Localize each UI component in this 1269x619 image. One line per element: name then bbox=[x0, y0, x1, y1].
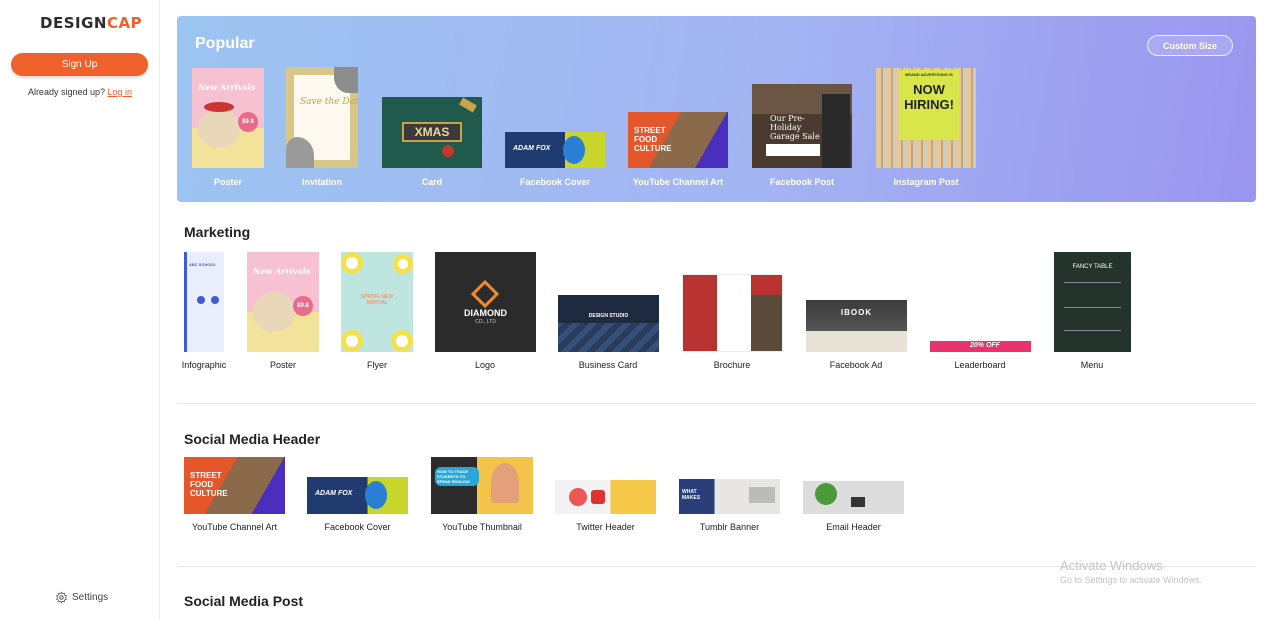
poster-marketing-thumbnail: New Arrivals $9.8 bbox=[247, 252, 319, 352]
youtube-channel-art-label: YouTube Channel Art bbox=[632, 177, 724, 187]
youtube-thumbnail-thumbnail: HOW TO TEACH STUDENTS TO SPEAK ENGLISH bbox=[431, 457, 533, 514]
leaderboard-label: Leaderboard bbox=[954, 360, 1006, 370]
template-email-header[interactable]: Email Header bbox=[803, 481, 904, 534]
custom-size-button[interactable]: Custom Size bbox=[1147, 35, 1233, 56]
sign-up-button[interactable]: Sign Up bbox=[11, 53, 148, 76]
flyer-thumbnail: SPRING NEW ARRIVAL bbox=[341, 252, 413, 352]
tumblr-banner-label: Tumblr Banner bbox=[699, 522, 760, 532]
youtube-channel-art-header-label: YouTube Channel Art bbox=[192, 522, 277, 532]
facebook-cover-thumbnail: ADAM FOX bbox=[505, 132, 605, 168]
activate-windows-watermark: Activate Windows bbox=[1060, 558, 1163, 573]
template-infographic[interactable]: ABC SCHOOL Infographic bbox=[182, 252, 226, 372]
facebook-cover-header-label: Facebook Cover bbox=[324, 522, 391, 532]
infographic-label: Infographic bbox=[181, 360, 227, 370]
social-media-header-title: Social Media Header bbox=[184, 431, 321, 447]
template-invitation[interactable]: Save the Date Invitation bbox=[286, 67, 358, 188]
tumblr-banner-thumbnail: WHAT MAKES bbox=[679, 479, 780, 514]
youtube-channel-art-thumbnail: STREET FOOD CULTURE bbox=[628, 112, 728, 168]
template-card[interactable]: XMAS Card bbox=[382, 97, 482, 188]
poster-marketing-label: Poster bbox=[269, 360, 296, 370]
facebook-post-label: Facebook Post bbox=[769, 177, 834, 187]
template-leaderboard[interactable]: 20% OFF Leaderboard bbox=[930, 341, 1031, 372]
template-facebook-post[interactable]: Our Pre-Holiday Garage Sale Facebook Pos… bbox=[752, 84, 852, 188]
template-tumblr-banner[interactable]: WHAT MAKES Tumblr Banner bbox=[679, 479, 780, 534]
facebook-ad-label: Facebook Ad bbox=[829, 360, 883, 370]
card-label: Card bbox=[421, 177, 443, 187]
settings-label: Settings bbox=[72, 592, 109, 603]
template-youtube-channel-art[interactable]: STREET FOOD CULTURE YouTube Channel Art bbox=[628, 112, 728, 188]
youtube-thumbnail-label: YouTube Thumbnail bbox=[442, 522, 522, 532]
menu-label: Menu bbox=[1080, 360, 1104, 370]
template-facebook-cover[interactable]: ADAM FOX Facebook Cover bbox=[505, 132, 605, 188]
invitation-thumbnail: Save the Date bbox=[286, 67, 358, 168]
facebook-cover-label: Facebook Cover bbox=[519, 177, 591, 187]
email-header-thumbnail bbox=[803, 481, 904, 514]
facebook-ad-thumbnail: IBOOK bbox=[806, 300, 907, 352]
designcap-logo[interactable]: DESIGNCAP bbox=[40, 14, 142, 32]
template-flyer[interactable]: SPRING NEW ARRIVAL Flyer bbox=[341, 252, 413, 372]
facebook-cover-header-thumbnail: ADAM FOX bbox=[307, 477, 408, 514]
activate-windows-hint: Go to Settings to activate Windows. bbox=[1060, 575, 1203, 585]
settings-button[interactable]: Settings bbox=[55, 591, 108, 604]
popular-title: Popular bbox=[195, 35, 255, 52]
card-thumbnail: XMAS bbox=[382, 97, 482, 168]
poster-thumbnail: New Arrivals $9.8 bbox=[192, 68, 264, 168]
menu-thumbnail: FANCY TABLE bbox=[1054, 252, 1131, 352]
poster-label: Poster bbox=[213, 177, 242, 187]
infographic-thumbnail: ABC SCHOOL bbox=[184, 252, 224, 352]
sidebar: DESIGNCAP Sign Up Already signed up? Log… bbox=[0, 0, 160, 619]
template-twitter-header[interactable]: Twitter Header bbox=[555, 480, 656, 534]
twitter-header-thumbnail bbox=[555, 480, 656, 514]
main-content: Popular Custom Size New Arrivals $9.8 Po… bbox=[160, 0, 1269, 619]
logo-label: Logo bbox=[474, 360, 496, 370]
business-card-thumbnail: DESIGN STUDIO bbox=[558, 295, 659, 352]
template-youtube-channel-art-header[interactable]: STREET FOOD CULTURE YouTube Channel Art bbox=[184, 457, 285, 534]
template-poster-marketing[interactable]: New Arrivals $9.8 Poster bbox=[247, 252, 319, 372]
template-facebook-cover-header[interactable]: ADAM FOX Facebook Cover bbox=[307, 477, 408, 534]
template-poster[interactable]: New Arrivals $9.8 Poster bbox=[192, 68, 264, 188]
template-brochure[interactable]: Brochure bbox=[682, 274, 783, 372]
template-logo[interactable]: DIAMOND CO., LTD Logo bbox=[435, 252, 536, 372]
gear-icon bbox=[56, 591, 67, 604]
instagram-post-label: Instagram Post bbox=[893, 177, 959, 187]
business-card-label: Business Card bbox=[578, 360, 638, 370]
email-header-label: Email Header bbox=[826, 522, 881, 532]
instagram-post-thumbnail: BRAND ADVERTISING IS NOW HIRING! bbox=[876, 68, 976, 168]
template-youtube-thumbnail[interactable]: HOW TO TEACH STUDENTS TO SPEAK ENGLISH Y… bbox=[431, 457, 533, 534]
invitation-label: Invitation bbox=[302, 177, 342, 187]
template-menu[interactable]: FANCY TABLE Menu bbox=[1054, 252, 1131, 372]
brochure-label: Brochure bbox=[713, 360, 751, 370]
divider bbox=[177, 403, 1256, 404]
leaderboard-thumbnail: 20% OFF bbox=[930, 341, 1031, 352]
log-in-link[interactable]: Log in bbox=[108, 87, 133, 97]
template-instagram-post[interactable]: BRAND ADVERTISING IS NOW HIRING! Instagr… bbox=[876, 68, 976, 188]
youtube-channel-art-header-thumbnail: STREET FOOD CULTURE bbox=[184, 457, 285, 514]
facebook-post-thumbnail: Our Pre-Holiday Garage Sale bbox=[752, 84, 852, 168]
already-signed-up-text: Already signed up? Log in bbox=[27, 87, 133, 97]
twitter-header-label: Twitter Header bbox=[576, 522, 635, 532]
template-business-card[interactable]: DESIGN STUDIO Business Card bbox=[558, 295, 659, 372]
flyer-label: Flyer bbox=[367, 360, 387, 370]
brochure-thumbnail bbox=[682, 274, 783, 352]
marketing-title: Marketing bbox=[184, 224, 251, 240]
popular-banner: Popular Custom Size New Arrivals $9.8 Po… bbox=[177, 16, 1256, 202]
template-facebook-ad[interactable]: IBOOK Facebook Ad bbox=[806, 300, 907, 372]
logo-thumbnail: DIAMOND CO., LTD bbox=[435, 252, 536, 352]
social-media-post-title: Social Media Post bbox=[184, 593, 304, 609]
